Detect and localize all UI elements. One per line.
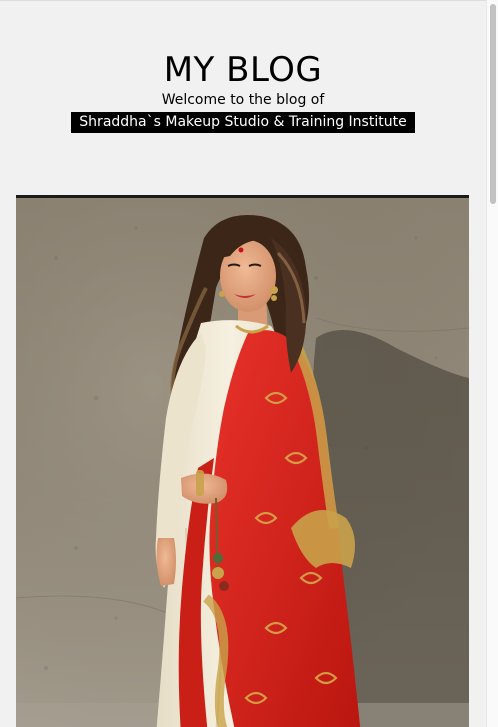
studio-name-label: Shraddha`s Makeup Studio & Training Inst… — [71, 112, 415, 133]
studio-name-wrapper: Shraddha`s Makeup Studio & Training Inst… — [0, 111, 486, 133]
photo-illustration — [16, 198, 469, 727]
blog-photo[interactable] — [16, 195, 469, 727]
scrollbar-thumb[interactable] — [490, 4, 496, 204]
page-title: MY BLOG — [163, 49, 323, 90]
vertical-scrollbar[interactable] — [486, 0, 498, 727]
welcome-text: Welcome to the blog of — [161, 92, 325, 108]
page-viewport: MY BLOG Welcome to the blog of Shraddha`… — [0, 0, 486, 727]
